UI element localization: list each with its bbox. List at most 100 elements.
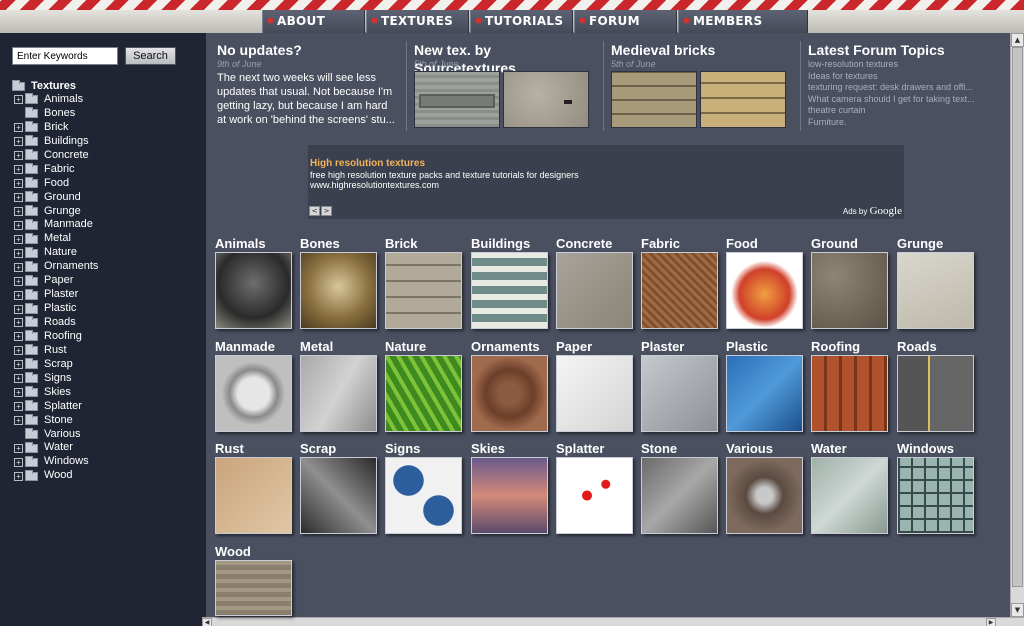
news-title[interactable]: No updates? bbox=[217, 41, 397, 59]
category-label[interactable]: Manmade bbox=[215, 339, 293, 355]
thumbnail-image[interactable] bbox=[503, 71, 589, 128]
expand-plus-icon[interactable]: + bbox=[14, 457, 23, 467]
scroll-down-icon[interactable]: ▼ bbox=[1011, 603, 1024, 617]
category-tile-food[interactable]: Food bbox=[726, 236, 804, 329]
sidebar-item-rust[interactable]: + Rust bbox=[12, 344, 98, 358]
category-thumbnail[interactable] bbox=[215, 560, 292, 616]
expand-plus-icon[interactable]: + bbox=[14, 234, 23, 244]
category-tile-buildings[interactable]: Buildings bbox=[471, 236, 549, 329]
sidebar-item-water[interactable]: + Water bbox=[12, 441, 98, 455]
category-thumbnail[interactable] bbox=[726, 457, 803, 534]
sidebar-item-animals[interactable]: + Animals bbox=[12, 93, 98, 107]
thumbnail-image[interactable] bbox=[414, 71, 500, 128]
sidebar-item-skies[interactable]: + Skies bbox=[12, 386, 98, 400]
prev-arrow-icon[interactable]: < bbox=[309, 206, 320, 216]
expand-plus-icon[interactable]: + bbox=[14, 179, 23, 189]
nav-tutorials[interactable]: TUTORIALS bbox=[470, 10, 573, 33]
expand-plus-icon[interactable]: + bbox=[14, 360, 23, 370]
category-tile-ground[interactable]: Ground bbox=[811, 236, 889, 329]
category-label[interactable]: Windows bbox=[897, 441, 975, 457]
category-label[interactable]: Ground bbox=[811, 236, 889, 252]
sidebar-item-ornaments[interactable]: + Ornaments bbox=[12, 260, 98, 274]
search-input[interactable] bbox=[12, 47, 118, 65]
category-thumbnail[interactable] bbox=[811, 355, 888, 432]
expand-plus-icon[interactable]: + bbox=[14, 276, 23, 286]
category-tile-windows[interactable]: Windows bbox=[897, 441, 975, 534]
category-label[interactable]: Bones bbox=[300, 236, 378, 252]
category-label[interactable]: Concrete bbox=[556, 236, 634, 252]
expand-plus-icon[interactable]: + bbox=[14, 151, 23, 161]
category-label[interactable]: Food bbox=[726, 236, 804, 252]
category-label[interactable]: Plaster bbox=[641, 339, 719, 355]
sidebar-item-food[interactable]: + Food bbox=[12, 177, 98, 191]
expand-plus-icon[interactable]: + bbox=[14, 193, 23, 203]
category-label[interactable]: Rust bbox=[215, 441, 293, 457]
thumbnail-image[interactable] bbox=[700, 71, 786, 128]
category-tile-concrete[interactable]: Concrete bbox=[556, 236, 634, 329]
category-label[interactable]: Grunge bbox=[897, 236, 975, 252]
category-thumbnail[interactable] bbox=[385, 355, 462, 432]
category-thumbnail[interactable] bbox=[641, 355, 718, 432]
scroll-left-icon[interactable]: ◀ bbox=[202, 618, 212, 626]
forum-topic-link[interactable]: low-resolution textures bbox=[808, 59, 1003, 71]
nav-members[interactable]: MEMBERS bbox=[678, 10, 808, 33]
category-thumbnail[interactable] bbox=[641, 252, 718, 329]
category-tile-ornaments[interactable]: Ornaments bbox=[471, 339, 549, 432]
expand-plus-icon[interactable]: + bbox=[14, 374, 23, 384]
ad-url[interactable]: www.highresolutiontextures.com bbox=[310, 180, 439, 190]
sidebar-item-manmade[interactable]: + Manmade bbox=[12, 218, 98, 232]
sidebar-item-various[interactable]: Various bbox=[12, 428, 98, 442]
sidebar-item-buildings[interactable]: + Buildings bbox=[12, 135, 98, 149]
category-tile-metal[interactable]: Metal bbox=[300, 339, 378, 432]
sidebar-item-wood[interactable]: + Wood bbox=[12, 469, 98, 483]
expand-plus-icon[interactable]: + bbox=[14, 318, 23, 328]
sidebar-item-metal[interactable]: + Metal bbox=[12, 232, 98, 246]
category-tile-fabric[interactable]: Fabric bbox=[641, 236, 719, 329]
sidebar-item-roofing[interactable]: + Roofing bbox=[12, 330, 98, 344]
sidebar-item-ground[interactable]: + Ground bbox=[12, 191, 98, 205]
category-tile-rust[interactable]: Rust bbox=[215, 441, 293, 534]
sidebar-item-signs[interactable]: + Signs bbox=[12, 372, 98, 386]
category-label[interactable]: Wood bbox=[215, 544, 293, 560]
forum-topic-link[interactable]: texturing request: desk drawers and offi… bbox=[808, 82, 1003, 94]
category-label[interactable]: Animals bbox=[215, 236, 293, 252]
category-thumbnail[interactable] bbox=[811, 252, 888, 329]
sidebar-item-brick[interactable]: + Brick bbox=[12, 121, 98, 135]
expand-plus-icon[interactable]: + bbox=[14, 346, 23, 356]
sidebar-item-stone[interactable]: + Stone bbox=[12, 414, 98, 428]
category-label[interactable]: Roofing bbox=[811, 339, 889, 355]
forum-topic-link[interactable]: Ideas for textures bbox=[808, 71, 1003, 83]
category-thumbnail[interactable] bbox=[385, 457, 462, 534]
ad-title[interactable]: High resolution textures bbox=[310, 158, 425, 169]
category-thumbnail[interactable] bbox=[215, 252, 292, 329]
expand-plus-icon[interactable]: + bbox=[14, 402, 23, 412]
category-thumbnail[interactable] bbox=[471, 457, 548, 534]
expand-plus-icon[interactable]: + bbox=[14, 220, 23, 230]
category-label[interactable]: Paper bbox=[556, 339, 634, 355]
category-thumbnail[interactable] bbox=[300, 457, 377, 534]
category-tile-water[interactable]: Water bbox=[811, 441, 889, 534]
category-label[interactable]: Fabric bbox=[641, 236, 719, 252]
category-label[interactable]: Scrap bbox=[300, 441, 378, 457]
expand-plus-icon[interactable]: + bbox=[14, 123, 23, 133]
category-tile-nature[interactable]: Nature bbox=[385, 339, 463, 432]
category-label[interactable]: Various bbox=[726, 441, 804, 457]
nav-about[interactable]: ABOUT bbox=[262, 10, 365, 33]
category-label[interactable]: Ornaments bbox=[471, 339, 549, 355]
category-tile-roofing[interactable]: Roofing bbox=[811, 339, 889, 432]
category-label[interactable]: Buildings bbox=[471, 236, 549, 252]
sidebar-item-paper[interactable]: + Paper bbox=[12, 274, 98, 288]
category-thumbnail[interactable] bbox=[726, 252, 803, 329]
expand-plus-icon[interactable]: + bbox=[14, 471, 23, 481]
category-tile-manmade[interactable]: Manmade bbox=[215, 339, 293, 432]
news-title[interactable]: New tex. by Sourcetextures bbox=[414, 41, 594, 76]
category-tile-bones[interactable]: Bones bbox=[300, 236, 378, 329]
category-thumbnail[interactable] bbox=[897, 355, 974, 432]
sidebar-item-bones[interactable]: Bones bbox=[12, 107, 98, 121]
expand-plus-icon[interactable]: + bbox=[14, 304, 23, 314]
expand-plus-icon[interactable]: + bbox=[14, 388, 23, 398]
sidebar-item-grunge[interactable]: + Grunge bbox=[12, 205, 98, 219]
next-arrow-icon[interactable]: > bbox=[321, 206, 332, 216]
category-label[interactable]: Signs bbox=[385, 441, 463, 457]
sidebar-item-plastic[interactable]: + Plastic bbox=[12, 302, 98, 316]
